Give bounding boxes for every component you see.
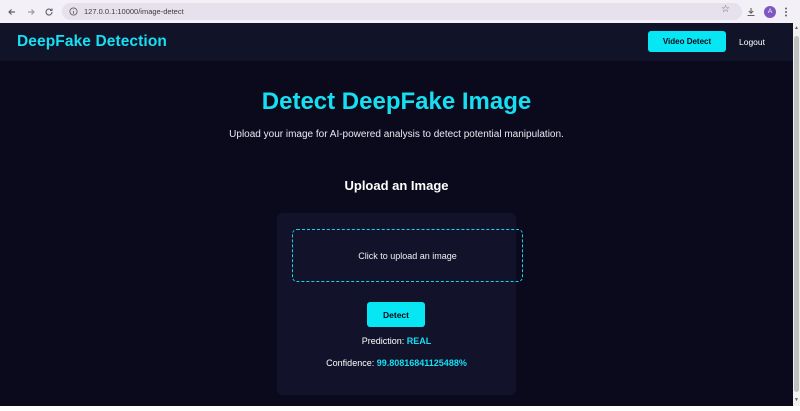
- confidence-value: 99.80816841125488%: [376, 358, 467, 368]
- bookmark-star-icon[interactable]: ☆: [721, 4, 730, 15]
- site-info-icon[interactable]: [66, 5, 80, 19]
- scrollbar-thumb[interactable]: [794, 36, 799, 392]
- url-text: 127.0.0.1:10000/image-detect: [84, 7, 184, 16]
- profile-avatar[interactable]: A: [763, 3, 777, 20]
- prediction-line: Prediction: REAL: [277, 336, 516, 346]
- download-icon[interactable]: [744, 3, 758, 20]
- scroll-up-icon[interactable]: ▲: [794, 25, 799, 31]
- page-subtitle: Upload your image for AI-powered analysi…: [229, 129, 564, 140]
- confidence-line: Confidence: 99.80816841125488%: [277, 358, 516, 368]
- video-detect-button[interactable]: Video Detect: [648, 31, 726, 52]
- back-arrow-icon[interactable]: [3, 3, 21, 21]
- reload-icon[interactable]: [40, 3, 58, 21]
- scroll-down-icon[interactable]: ▼: [794, 397, 799, 403]
- app-navbar: DeepFake Detection Video Detect Logout: [0, 23, 793, 61]
- image-upload-dropzone[interactable]: Click to upload an image: [292, 229, 523, 282]
- upload-heading: Upload an Image: [344, 178, 449, 193]
- detect-button[interactable]: Detect: [367, 302, 425, 327]
- dropzone-label: Click to upload an image: [358, 250, 457, 261]
- confidence-label: Confidence:: [326, 358, 375, 368]
- logout-button[interactable]: Logout: [734, 31, 770, 52]
- more-vert-icon[interactable]: [781, 3, 791, 20]
- avatar: A: [764, 5, 776, 18]
- prediction-value: REAL: [406, 336, 432, 346]
- brand-logo-text[interactable]: DeepFake Detection: [17, 33, 167, 51]
- os-taskbar: [0, 406, 800, 411]
- page-title: Detect DeepFake Image: [261, 88, 532, 115]
- forward-arrow-icon[interactable]: [22, 3, 40, 21]
- address-bar[interactable]: 127.0.0.1:10000/image-detect ☆: [62, 3, 742, 20]
- browser-toolbar: 127.0.0.1:10000/image-detect ☆ A: [0, 0, 800, 23]
- prediction-label: Prediction:: [361, 336, 405, 346]
